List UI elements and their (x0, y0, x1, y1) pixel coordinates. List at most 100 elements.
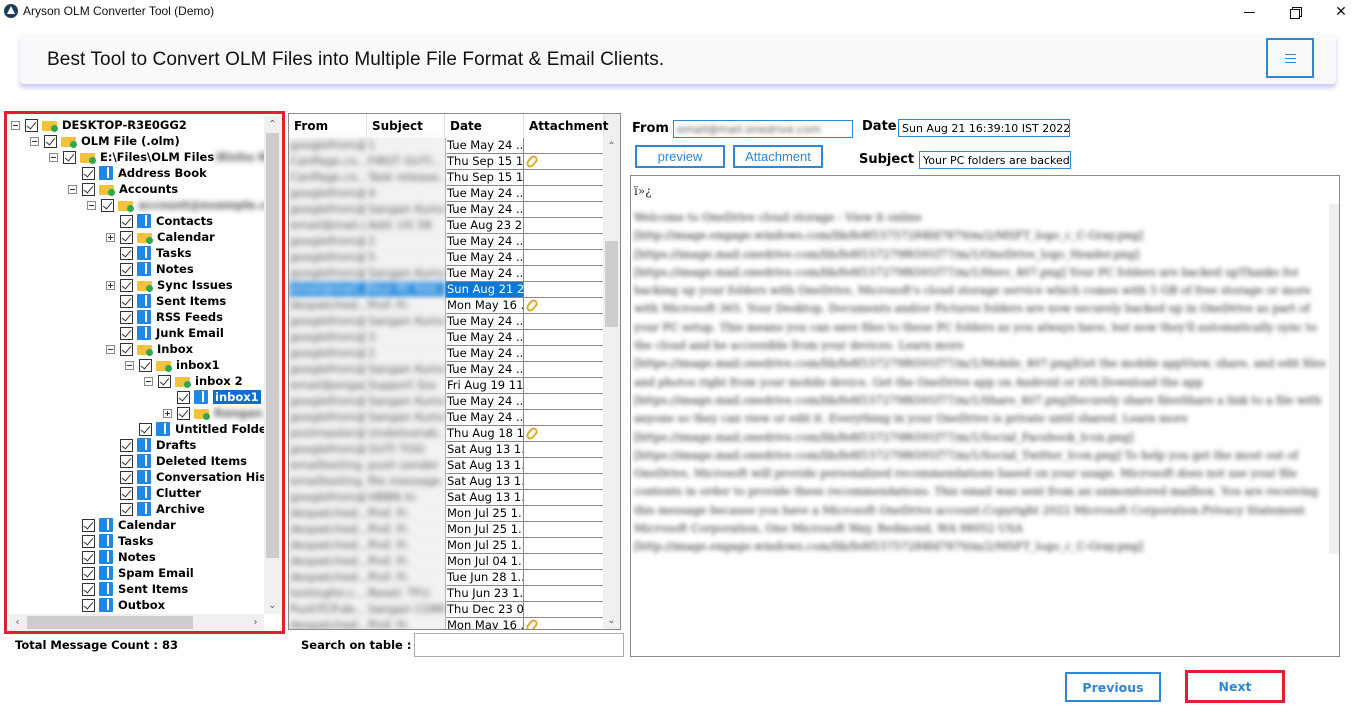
table-row[interactable]: CanPage.co... Task release... Thu Sep 15 1… (289, 170, 604, 186)
tree-item[interactable]: Deleted Items (106, 453, 247, 469)
scroll-right-arrow-icon[interactable]: › (247, 614, 264, 631)
table-row[interactable]: googlefrom@...4Tue May 24 ... (289, 186, 604, 202)
restore-button[interactable] (1272, 0, 1318, 24)
scroll-down-arrow-icon[interactable]: ⌄ (603, 612, 620, 629)
tree-item-checkbox[interactable] (177, 390, 190, 404)
tree-item[interactable]: Contacts (106, 213, 213, 229)
table-row[interactable]: googlefrom@...Sangan KumarTue May 24 ... (289, 362, 604, 378)
table-row[interactable]: email@engag...Support SocFri Aug 19 11..… (289, 378, 604, 394)
date-field[interactable]: Sun Aug 21 16:39:10 IST 2022 (898, 119, 1070, 137)
tree-item-checkbox[interactable] (82, 534, 95, 548)
tree-item[interactable]: Untitled Folder (125, 421, 264, 437)
next-button[interactable]: Next (1185, 670, 1285, 703)
table-row[interactable]: despatched... Prof. Fr. Mon Jul 04 1... (289, 554, 604, 570)
table-row[interactable]: despatched... Prof. Fr. Mon Jul 25 1... (289, 506, 604, 522)
tree-item-checkbox[interactable] (63, 150, 76, 164)
table-row[interactable]: googlefrom@...1Tue May 24 ... (289, 138, 604, 154)
collapse-icon[interactable] (87, 200, 96, 210)
tree-item-checkbox[interactable] (120, 214, 133, 228)
table-row[interactable]: googlefrom@...GUTI TOOSat Aug 13 1... (289, 442, 604, 458)
tree-item-checkbox[interactable] (101, 198, 114, 212)
collapse-icon[interactable] (144, 376, 153, 386)
message-body[interactable]: ï»¿ Welcome to OneDrive cloud storage : … (630, 175, 1340, 657)
table-row[interactable]: despatched... Prof. Fr. Mon May 16 ... (289, 618, 604, 629)
tree-item-checkbox[interactable] (139, 358, 152, 372)
expand-icon[interactable] (106, 280, 115, 290)
tree-item[interactable]: Notes (106, 261, 194, 277)
tree-item[interactable]: Conversation History (106, 469, 264, 485)
tree-item[interactable]: Tasks (68, 533, 153, 549)
tree-item[interactable]: RSS Feeds (106, 309, 223, 325)
tree-item-checkbox[interactable] (120, 502, 133, 516)
tree-vertical-scroll-thumb[interactable] (266, 133, 279, 558)
table-row[interactable]: googlefrom@...Sangan KumarTue May 24 ... (289, 314, 604, 330)
menu-button[interactable] (1266, 38, 1314, 78)
tree-item[interactable]: Inbox (106, 341, 193, 357)
tree-item-checkbox[interactable] (120, 278, 133, 292)
column-header-attachment[interactable]: Attachment (524, 114, 608, 138)
tree-item[interactable]: Tasks (106, 245, 191, 261)
collapse-icon[interactable] (11, 120, 20, 130)
collapse-icon[interactable] (106, 344, 115, 354)
collapse-icon[interactable] (125, 360, 134, 370)
expand-icon[interactable] (163, 408, 172, 418)
tree-item[interactable]: DESKTOP-R3E0GG2 (11, 117, 187, 133)
table-row[interactable]: googlefrom@...Sangan KumarTue May 24 ... (289, 266, 604, 282)
tree-item-checkbox[interactable] (158, 374, 171, 388)
table-row[interactable]: emailtesting... file message Sat Aug 13 1.… (289, 474, 604, 490)
tree-horizontal-scroll-thumb[interactable] (27, 616, 193, 629)
table-row[interactable]: googlefrom@...2Tue May 24 ... (289, 234, 604, 250)
scroll-left-arrow-icon[interactable]: ‹ (9, 614, 26, 631)
tree-item[interactable]: Address Book (68, 165, 207, 181)
previous-button[interactable]: Previous (1065, 672, 1161, 702)
tree-item[interactable]: Calendar (106, 229, 215, 245)
table-row[interactable]: emailtesting... push sender Sat Aug 13 1..… (289, 458, 604, 474)
tree-item-checkbox[interactable] (82, 598, 95, 612)
tree-item[interactable]: Junk Email (106, 325, 224, 341)
tree-item-checkbox[interactable] (120, 230, 133, 244)
scroll-up-arrow-icon[interactable]: ⌃ (264, 116, 281, 133)
table-row[interactable]: googlefrom@...3Tue May 24 ... (289, 330, 604, 346)
table-row[interactable]: email@mail.c...Add: US 58Tue Aug 23 2... (289, 218, 604, 234)
tree-item-checkbox[interactable] (120, 438, 133, 452)
column-header-subject[interactable]: Subject (367, 114, 445, 138)
tree-item-checkbox[interactable] (82, 182, 95, 196)
expand-icon[interactable] (106, 232, 115, 242)
tree-item-checkbox[interactable] (120, 294, 133, 308)
tree-item[interactable]: E:\Files\OLM Files\Rishu Kum (49, 149, 264, 165)
table-row[interactable]: googlefrom@...HBBN InSat Aug 13 1... (289, 490, 604, 506)
tree-item[interactable]: Spam Email (68, 565, 194, 581)
collapse-icon[interactable] (30, 136, 39, 146)
collapse-icon[interactable] (68, 184, 77, 194)
column-header-date[interactable]: Date (445, 114, 524, 138)
tree-item-checkbox[interactable] (120, 246, 133, 260)
tree-item[interactable]: Outbox (68, 597, 165, 613)
tree-item-checkbox[interactable] (82, 550, 95, 564)
tree-item-checkbox[interactable] (82, 166, 95, 180)
table-row[interactable]: googlefrom@...Sangan KumarTue May 24 ... (289, 410, 604, 426)
tree-item[interactable]: Sent Items (106, 293, 226, 309)
scroll-down-arrow-icon[interactable]: ⌄ (264, 597, 281, 614)
tree-item-checkbox[interactable] (82, 518, 95, 532)
tree-item-checkbox[interactable] (82, 566, 95, 580)
tree-item[interactable]: inbox 2 (144, 373, 243, 389)
table-row[interactable]: googlefrom@...5Tue May 24 ... (289, 250, 604, 266)
table-row[interactable]: despatched... Prof. Fr. Mon May 16 ... (289, 298, 604, 314)
table-row[interactable]: despatched... Prof. Fr. Mon Jul 25 1... (289, 538, 604, 554)
tree-item[interactable]: Clutter (106, 485, 201, 501)
table-row[interactable]: despatched... Prof. Fr. Tue Jun 28 1... (289, 570, 604, 586)
table-row[interactable]: CanPage.co...FIRST GUTI...Thu Sep 15 1..… (289, 154, 604, 170)
tree-item[interactable]: Sent Items (68, 581, 188, 597)
tree-item[interactable]: Drafts (106, 437, 196, 453)
table-row[interactable]: googlefrom@...Sangan KumarTue May 24 ... (289, 202, 604, 218)
search-table-input[interactable] (414, 633, 624, 657)
tree-item-checkbox[interactable] (120, 310, 133, 324)
table-vertical-scroll-thumb[interactable] (605, 241, 618, 327)
tree-horizontal-scrollbar[interactable]: ‹ › (9, 614, 264, 631)
table-row[interactable]: PushTCP.de...Sangan COMIThu Dec 23 0... (289, 602, 604, 618)
table-vertical-scrollbar[interactable]: ⌃ ⌄ (603, 138, 620, 629)
from-field[interactable]: email@mail.onedrive.com (673, 120, 853, 138)
table-row[interactable]: email@mail... Your PC fold... Sun Aug 21 2… (289, 282, 604, 298)
tree-item-checkbox[interactable] (120, 454, 133, 468)
tree-item-checkbox[interactable] (44, 134, 57, 148)
